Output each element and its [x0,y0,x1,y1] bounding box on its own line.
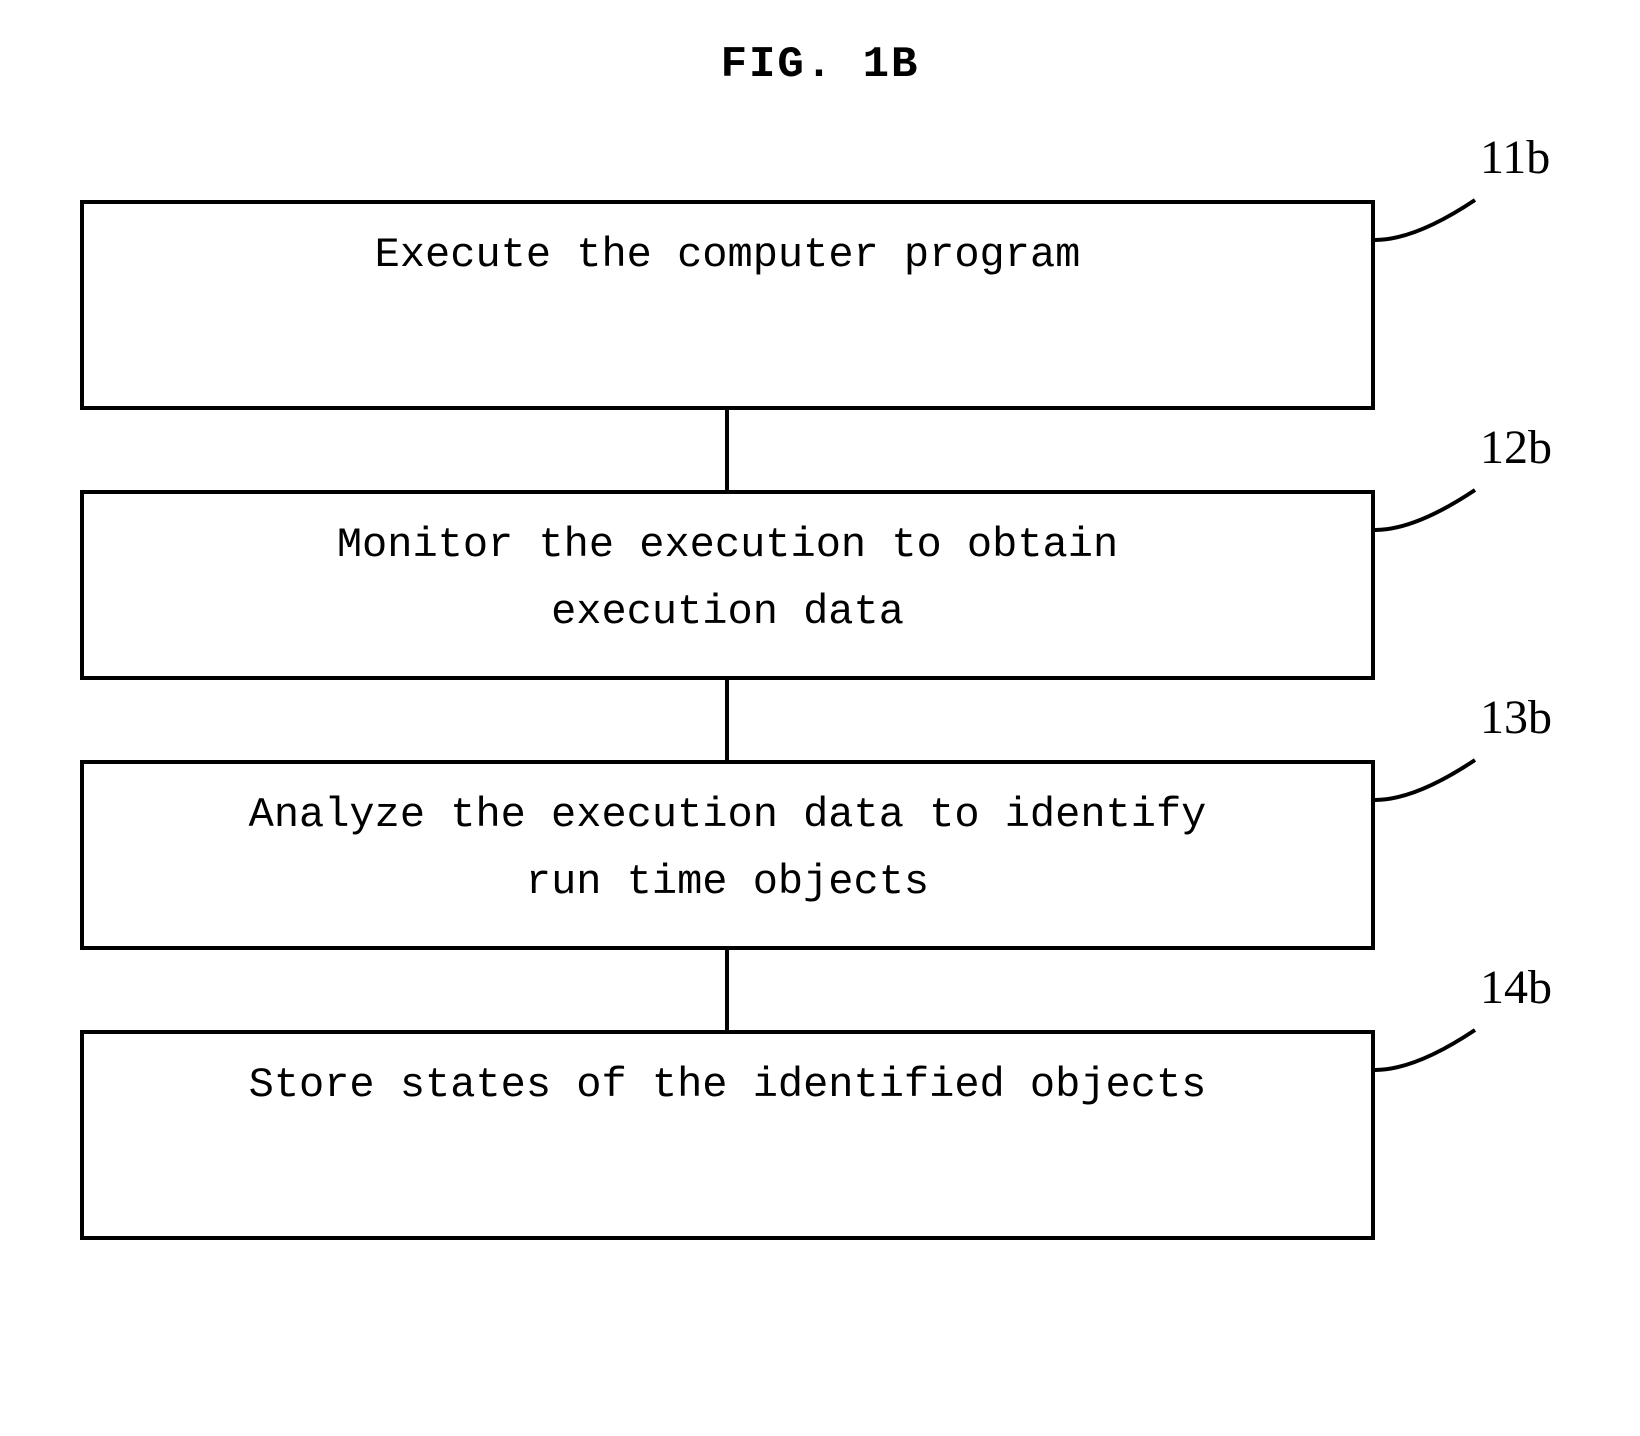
step-text-1: Execute the computer program [375,231,1081,279]
leader-line-4 [1375,1020,1585,1090]
step-text-3: Analyze the execution data to identify r… [249,791,1207,906]
step-box-2: Monitor the execution to obtain executio… [80,490,1375,680]
step-box-4: Store states of the identified objects [80,1030,1375,1240]
step-label-1: 11b [1480,130,1550,185]
step-label-4: 14b [1480,960,1552,1015]
step-label-2: 12b [1480,420,1552,475]
leader-line-3 [1375,750,1585,820]
step-text-2: Monitor the execution to obtain executio… [337,521,1118,636]
step-label-3: 13b [1480,690,1552,745]
step-box-3: Analyze the execution data to identify r… [80,760,1375,950]
leader-line-2 [1375,480,1585,550]
connector-3-4 [725,950,729,1030]
step-box-1: Execute the computer program [80,200,1375,410]
step-text-4: Store states of the identified objects [249,1061,1207,1109]
figure-title: FIG. 1B [721,40,920,90]
connector-2-3 [725,680,729,760]
leader-line-1 [1375,190,1585,260]
connector-1-2 [725,410,729,490]
